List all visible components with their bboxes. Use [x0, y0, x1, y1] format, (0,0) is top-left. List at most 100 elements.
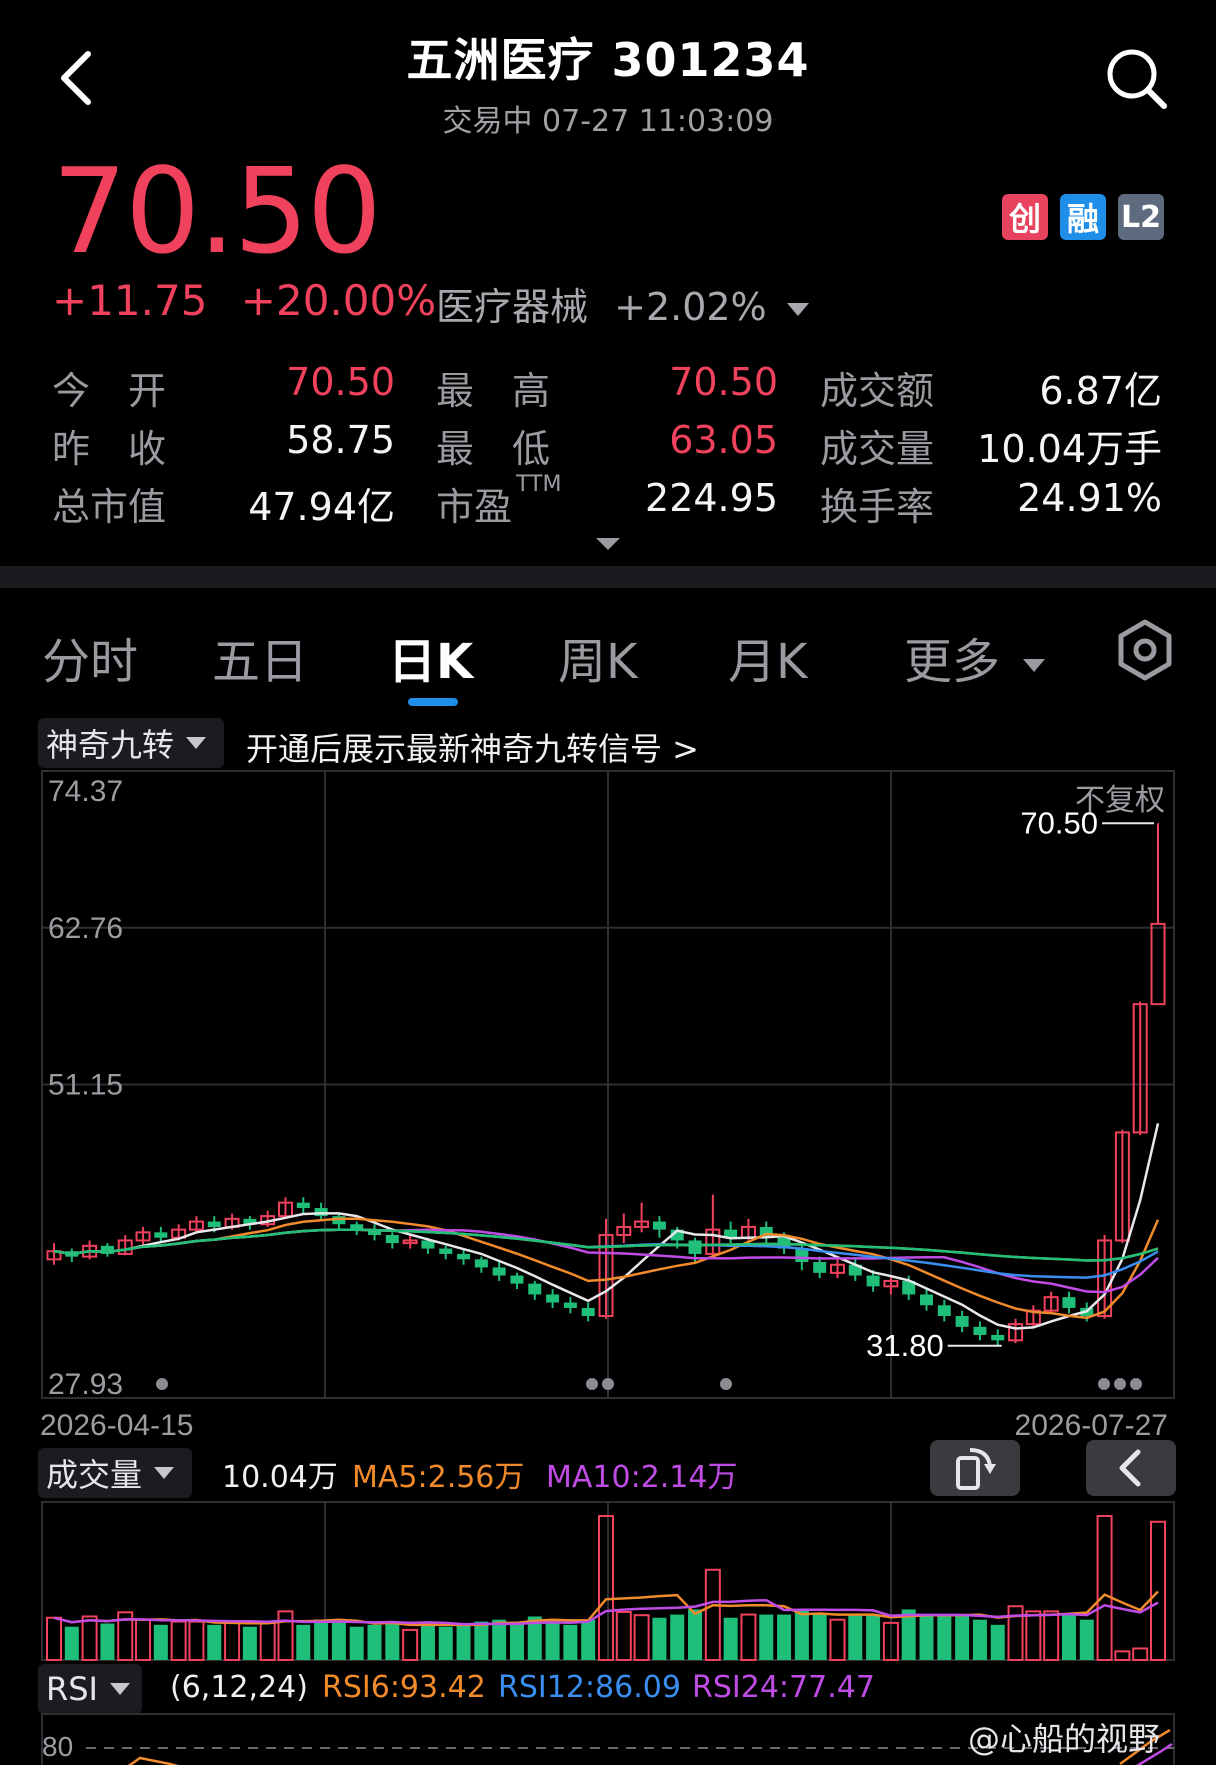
volume-bar-down [581, 1619, 596, 1660]
volume-bar-up [188, 1620, 205, 1661]
candle-body-down [492, 1267, 506, 1276]
volume-bar-down [794, 1609, 809, 1660]
signal-dot [586, 1378, 598, 1390]
indicator-promo-link[interactable]: 开通后展示最新神奇九转信号 > [246, 724, 699, 770]
candle-body-down [652, 1221, 666, 1230]
indicator-dropdown[interactable]: 神奇九转 [38, 718, 224, 768]
signal-dot [602, 1378, 614, 1390]
adjust-type-label[interactable]: 不复权 [1075, 775, 1165, 819]
rsi-dropdown[interactable]: RSI [38, 1664, 142, 1714]
volume-bar-down [723, 1617, 738, 1660]
stat-value: 224.95 [645, 476, 778, 520]
volume-bar-up [170, 1620, 187, 1661]
volume-bar-up [1114, 1650, 1131, 1662]
volume-bar-down [456, 1624, 471, 1660]
stat-label: 成交量 [820, 427, 935, 471]
tab-daily-k[interactable]: 日K [388, 622, 473, 692]
candle-body-down [973, 1326, 987, 1335]
candle-body-down [314, 1208, 328, 1217]
stat-label: 成交额 [820, 369, 935, 413]
stat-label: 昨 收 [52, 427, 167, 471]
candlestick-chart[interactable]: 74.3762.7651.1527.9370.5031.802026-04-15… [0, 768, 1216, 1448]
candle-body-down [528, 1283, 542, 1295]
rotate-screen-button[interactable] [930, 1440, 1020, 1496]
volume-bar-up [740, 1613, 757, 1661]
candle-body-down [813, 1262, 827, 1273]
volume-bar-down [385, 1621, 400, 1660]
tab-five-day[interactable]: 五日 [212, 622, 308, 692]
volume-bar-up [224, 1620, 241, 1661]
candle-body-down [866, 1275, 880, 1287]
volume-chart[interactable] [0, 1498, 1216, 1664]
volume-ma10-line [53, 1598, 1159, 1626]
volume-bar-down [420, 1621, 435, 1660]
volume-bar-down [242, 1626, 257, 1660]
rsi6-line [127, 1756, 179, 1765]
volume-dropdown[interactable]: 成交量 [38, 1448, 192, 1498]
sector-link[interactable]: 医疗器械 +2.02% [436, 276, 809, 331]
volume-bar-down [866, 1614, 881, 1660]
tab-monthly-k[interactable]: 月K [728, 622, 807, 692]
badge-rong[interactable]: 融 [1060, 194, 1106, 240]
volume-bar-down [652, 1617, 667, 1660]
chevron-left-icon [1119, 1449, 1141, 1487]
expand-triangle-icon[interactable] [594, 536, 622, 552]
volume-bar-down [153, 1624, 168, 1660]
tab-intraday[interactable]: 分时 [42, 622, 138, 692]
volume-bar-up [81, 1615, 98, 1662]
volume-bar-up [615, 1611, 632, 1661]
indicator-name: 神奇九转 [46, 726, 175, 764]
volume-bar-down [1061, 1614, 1076, 1660]
volume-bar-down [777, 1614, 792, 1660]
volume-bar-down [919, 1614, 934, 1660]
volume-bar-down [207, 1624, 222, 1660]
volume-bar-down [563, 1624, 578, 1660]
candle-body-down [510, 1275, 524, 1284]
candle-body-down [937, 1305, 951, 1317]
volume-bar-down [492, 1619, 507, 1660]
stat-value: 70.50 [669, 360, 778, 404]
volume-bar-up [46, 1616, 62, 1662]
collapse-panel-button[interactable] [1086, 1440, 1176, 1496]
candle-body-down [795, 1248, 809, 1263]
volume-bar-down [990, 1624, 1005, 1660]
signal-dot [156, 1378, 168, 1390]
volume-bar-up [1025, 1610, 1042, 1661]
badge-l2[interactable]: L2 [1118, 194, 1164, 240]
tab-more[interactable]: 更多 [904, 622, 1046, 692]
signal-dot [1130, 1378, 1142, 1390]
sector-percent: +2.02% [614, 285, 767, 329]
volume-bar-down [545, 1619, 560, 1660]
volume-bar-down [937, 1614, 952, 1660]
rotate-screen-icon [956, 1448, 996, 1490]
candle-body-down [688, 1240, 702, 1254]
tab-weekly-k[interactable]: 周K [558, 622, 637, 692]
candle-body-down [1062, 1297, 1076, 1308]
candle-body-down [296, 1202, 310, 1209]
volume-bar-up [598, 1515, 614, 1661]
stat-label: 最 高 [436, 369, 551, 413]
volume-value: 10.04万 [222, 1460, 338, 1495]
price-change: +11.75 +20.00% [52, 276, 436, 325]
volume-bar-up [135, 1618, 152, 1661]
change-amount: +11.75 [52, 276, 208, 325]
candle-body-down [991, 1334, 1005, 1341]
watermark: @心船的视野 [968, 1720, 1161, 1758]
hexagon-gear-icon[interactable] [1116, 618, 1174, 682]
trading-status-time: 交易中 07-27 11:03:09 [442, 104, 774, 139]
signal-dot [1114, 1378, 1126, 1390]
volume-ma10: MA10:2.14万 [546, 1460, 738, 1495]
volume-bar-down [509, 1621, 524, 1660]
stat-value: 47.94亿 [248, 485, 395, 529]
stat-value: 58.75 [286, 418, 395, 462]
sector-name: 医疗器械 [436, 285, 589, 329]
search-icon[interactable] [1104, 46, 1168, 110]
tab-more-label: 更多 [904, 634, 1001, 690]
volume-bar-down [474, 1621, 489, 1660]
volume-bar-up [1043, 1610, 1060, 1661]
badge-chuang[interactable]: 创 [1002, 194, 1048, 240]
volume-bar-down [331, 1621, 346, 1660]
section-divider [0, 566, 1216, 588]
volume-bar-down [438, 1626, 453, 1660]
volume-bar-down [367, 1624, 382, 1660]
